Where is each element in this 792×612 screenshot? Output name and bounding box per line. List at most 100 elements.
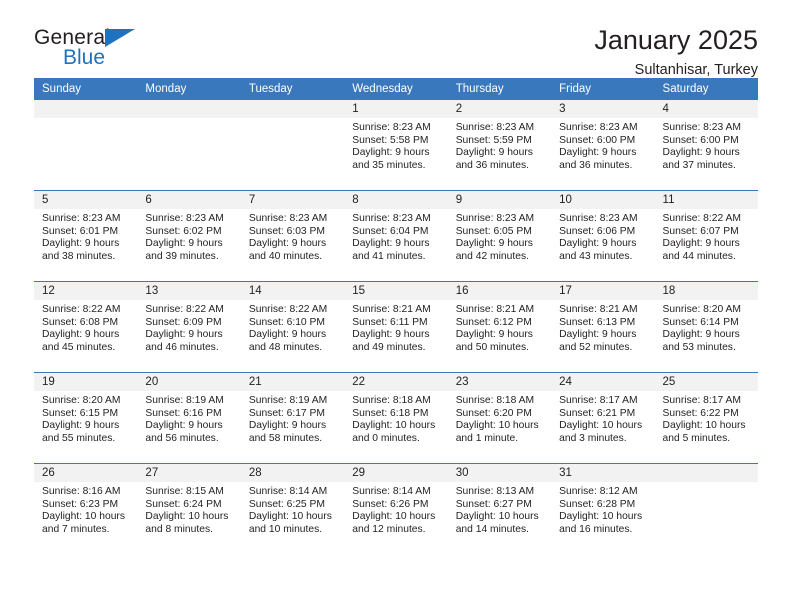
daylight-text: Daylight: 9 hours xyxy=(42,329,120,341)
sun-info: Sunrise: 8:22 AM Sunset: 6:08 PM Daylight:… xyxy=(34,300,137,354)
day-cell-content: 21 Sunrise: 8:19 AM Sunset: 6:17 PM Dayligh… xyxy=(240,373,345,463)
calendar-day-cell[interactable]: 19 Sunrise: 8:20 AM Sunset: 6:15 PM Dayligh… xyxy=(34,372,138,464)
calendar-day-cell[interactable]: 7 Sunrise: 8:23 AM Sunset: 6:03 PM Daylight… xyxy=(240,190,345,282)
calendar-day-cell[interactable]: 4 Sunrise: 8:23 AM Sunset: 6:00 PM Daylight… xyxy=(654,100,758,191)
calendar-day-cell[interactable]: 13 Sunrise: 8:22 AM Sunset: 6:09 PM Dayligh… xyxy=(137,281,241,373)
calendar-day-cell[interactable]: 23 Sunrise: 8:18 AM Sunset: 6:20 PM Dayligh… xyxy=(447,372,552,464)
daylight-text-cont: and 38 minutes. xyxy=(42,250,116,262)
sunrise-text: Sunrise: 8:23 AM xyxy=(42,213,121,224)
daylight-text: Daylight: 10 hours xyxy=(559,511,643,523)
sunrise-text: Sunrise: 8:17 AM xyxy=(559,395,638,406)
day-number: 7 xyxy=(240,191,345,209)
calendar-day-cell[interactable]: 26 Sunrise: 8:16 AM Sunset: 6:23 PM Dayligh… xyxy=(34,463,138,554)
weekday-header-saturday: Saturday xyxy=(654,78,758,100)
calendar-day-cell[interactable]: 12 Sunrise: 8:22 AM Sunset: 6:08 PM Dayligh… xyxy=(34,281,138,373)
sun-info: Sunrise: 8:23 AM Sunset: 6:01 PM Daylight:… xyxy=(34,209,137,263)
daylight-text-cont: and 49 minutes. xyxy=(352,341,426,353)
sunset-text: Sunset: 6:16 PM xyxy=(145,407,222,419)
calendar-day-cell[interactable]: 22 Sunrise: 8:18 AM Sunset: 6:18 PM Dayligh… xyxy=(344,372,448,464)
daylight-text-cont: and 52 minutes. xyxy=(559,341,633,353)
daylight-text: Daylight: 10 hours xyxy=(352,420,436,432)
sun-info: Sunrise: 8:17 AM Sunset: 6:21 PM Daylight:… xyxy=(551,391,654,445)
daylight-text: Daylight: 9 hours xyxy=(352,329,430,341)
sunset-text: Sunset: 6:07 PM xyxy=(662,225,739,237)
sunrise-text: Sunrise: 8:14 AM xyxy=(352,486,431,497)
day-cell-content: 27 Sunrise: 8:15 AM Sunset: 6:24 PM Dayligh… xyxy=(137,464,241,554)
calendar-day-cell[interactable]: 17 Sunrise: 8:21 AM Sunset: 6:13 PM Dayligh… xyxy=(551,281,655,373)
calendar-day-cell[interactable]: 8 Sunrise: 8:23 AM Sunset: 6:04 PM Daylight… xyxy=(344,190,448,282)
sun-info: Sunrise: 8:19 AM Sunset: 6:17 PM Daylight:… xyxy=(241,391,344,445)
daylight-text-cont: and 56 minutes. xyxy=(145,432,219,444)
calendar-day-cell[interactable]: 20 Sunrise: 8:19 AM Sunset: 6:16 PM Dayligh… xyxy=(137,372,241,464)
general-blue-logo[interactable]: General Blue xyxy=(34,26,154,74)
weekday-header-sunday: Sunday xyxy=(34,78,138,100)
calendar-day-cell[interactable]: 29 Sunrise: 8:14 AM Sunset: 6:26 PM Dayligh… xyxy=(344,463,448,554)
day-number: 1 xyxy=(344,100,448,118)
sunrise-text: Sunrise: 8:23 AM xyxy=(145,213,224,224)
sunrise-text: Sunrise: 8:23 AM xyxy=(352,122,431,133)
day-number: 11 xyxy=(654,191,758,209)
daylight-text: Daylight: 10 hours xyxy=(145,511,229,523)
sunrise-text: Sunrise: 8:19 AM xyxy=(248,395,328,406)
daylight-text-cont: and 12 minutes. xyxy=(352,523,426,535)
day-cell-content: 17 Sunrise: 8:21 AM Sunset: 6:13 PM Dayligh… xyxy=(551,282,655,372)
sunset-text: Sunset: 6:02 PM xyxy=(145,225,222,237)
logo-text-blue: Blue xyxy=(63,46,106,69)
calendar-day-cell[interactable]: 2 Sunrise: 8:23 AM Sunset: 5:59 PM Daylight… xyxy=(447,100,552,191)
calendar-day-cell[interactable]: 21 Sunrise: 8:19 AM Sunset: 6:17 PM Dayligh… xyxy=(240,372,345,464)
day-number: 24 xyxy=(551,373,655,391)
calendar-day-cell[interactable]: 9 Sunrise: 8:23 AM Sunset: 6:05 PM Daylight… xyxy=(447,190,552,282)
calendar-day-cell[interactable]: 16 Sunrise: 8:21 AM Sunset: 6:12 PM Dayligh… xyxy=(447,281,552,373)
day-cell-content: 14 Sunrise: 8:22 AM Sunset: 6:10 PM Dayligh… xyxy=(240,282,345,372)
calendar-day-cell[interactable]: 6 Sunrise: 8:23 AM Sunset: 6:02 PM Daylight… xyxy=(137,190,241,282)
calendar-day-cell[interactable]: 25 Sunrise: 8:17 AM Sunset: 6:22 PM Dayligh… xyxy=(654,372,758,464)
daylight-text: Daylight: 10 hours xyxy=(662,420,746,432)
daylight-text: Daylight: 9 hours xyxy=(145,329,223,341)
calendar-week-row: 5 Sunrise: 8:23 AM Sunset: 6:01 PM Daylight… xyxy=(34,190,758,282)
sun-info: Sunrise: 8:13 AM Sunset: 6:27 PM Daylight:… xyxy=(448,482,551,536)
sun-info: Sunrise: 8:22 AM Sunset: 6:10 PM Daylight:… xyxy=(241,300,344,354)
day-cell-content: 13 Sunrise: 8:22 AM Sunset: 6:09 PM Dayligh… xyxy=(137,282,241,372)
day-number: 19 xyxy=(34,373,138,391)
day-number: 4 xyxy=(654,100,758,118)
calendar-day-cell[interactable]: 5 Sunrise: 8:23 AM Sunset: 6:01 PM Daylight… xyxy=(34,190,138,282)
day-cell-content: 28 Sunrise: 8:14 AM Sunset: 6:25 PM Dayligh… xyxy=(240,464,345,554)
calendar-day-cell[interactable]: 27 Sunrise: 8:15 AM Sunset: 6:24 PM Dayligh… xyxy=(137,463,241,554)
calendar-day-cell[interactable]: 1 Sunrise: 8:23 AM Sunset: 5:58 PM Daylight… xyxy=(344,100,448,191)
day-number: 26 xyxy=(34,464,138,482)
daylight-text: Daylight: 10 hours xyxy=(455,420,539,432)
calendar-day-cell[interactable]: 10 Sunrise: 8:23 AM Sunset: 6:06 PM Dayligh… xyxy=(551,190,655,282)
day-cell-content: 6 Sunrise: 8:23 AM Sunset: 6:02 PM Daylight… xyxy=(137,191,241,281)
sunset-text: Sunset: 5:59 PM xyxy=(455,134,532,146)
page-subtitle: Sultanhisar, Turkey xyxy=(634,62,758,79)
calendar-body: 1 Sunrise: 8:23 AM Sunset: 5:58 PM Daylight… xyxy=(34,100,758,554)
sunrise-text: Sunrise: 8:23 AM xyxy=(662,122,741,133)
sun-info: Sunrise: 8:22 AM Sunset: 6:09 PM Daylight:… xyxy=(137,300,240,354)
sun-info: Sunrise: 8:21 AM Sunset: 6:11 PM Daylight:… xyxy=(344,300,447,354)
sunrise-text: Sunrise: 8:18 AM xyxy=(352,395,431,406)
page-title: January 2025 xyxy=(594,25,758,55)
sun-info: Sunrise: 8:19 AM Sunset: 6:16 PM Daylight:… xyxy=(137,391,240,445)
calendar-week-row: 12 Sunrise: 8:22 AM Sunset: 6:08 PM Dayligh… xyxy=(34,281,758,373)
calendar-day-cell[interactable]: 15 Sunrise: 8:21 AM Sunset: 6:11 PM Dayligh… xyxy=(344,281,448,373)
daylight-text-cont: and 8 minutes. xyxy=(145,523,213,535)
calendar-day-cell[interactable]: 14 Sunrise: 8:22 AM Sunset: 6:10 PM Dayligh… xyxy=(240,281,345,373)
calendar-day-cell[interactable]: 31 Sunrise: 8:12 AM Sunset: 6:28 PM Dayligh… xyxy=(551,463,655,554)
daylight-text: Daylight: 10 hours xyxy=(455,511,539,523)
sunrise-text: Sunrise: 8:17 AM xyxy=(662,395,741,406)
sunrise-text: Sunrise: 8:23 AM xyxy=(559,122,638,133)
sunset-text: Sunset: 6:00 PM xyxy=(559,134,636,146)
day-cell-content: 23 Sunrise: 8:18 AM Sunset: 6:20 PM Dayligh… xyxy=(447,373,552,463)
daylight-text: Daylight: 9 hours xyxy=(559,329,637,341)
day-cell-content: 9 Sunrise: 8:23 AM Sunset: 6:05 PM Daylight… xyxy=(447,191,552,281)
sunset-text: Sunset: 6:10 PM xyxy=(248,316,325,328)
calendar-day-cell[interactable]: 18 Sunrise: 8:20 AM Sunset: 6:14 PM Dayligh… xyxy=(654,281,758,373)
calendar-day-cell[interactable]: 3 Sunrise: 8:23 AM Sunset: 6:00 PM Daylight… xyxy=(551,100,655,191)
sun-info: Sunrise: 8:18 AM Sunset: 6:18 PM Daylight:… xyxy=(344,391,447,445)
calendar-day-cell[interactable]: 11 Sunrise: 8:22 AM Sunset: 6:07 PM Dayligh… xyxy=(654,190,758,282)
calendar-day-cell[interactable]: 24 Sunrise: 8:17 AM Sunset: 6:21 PM Dayligh… xyxy=(551,372,655,464)
calendar-day-cell[interactable]: 30 Sunrise: 8:13 AM Sunset: 6:27 PM Dayligh… xyxy=(447,463,552,554)
sunrise-text: Sunrise: 8:16 AM xyxy=(42,486,121,497)
calendar-day-cell[interactable]: 28 Sunrise: 8:14 AM Sunset: 6:25 PM Dayligh… xyxy=(240,463,345,554)
sun-info: Sunrise: 8:23 AM Sunset: 6:04 PM Daylight:… xyxy=(344,209,447,263)
